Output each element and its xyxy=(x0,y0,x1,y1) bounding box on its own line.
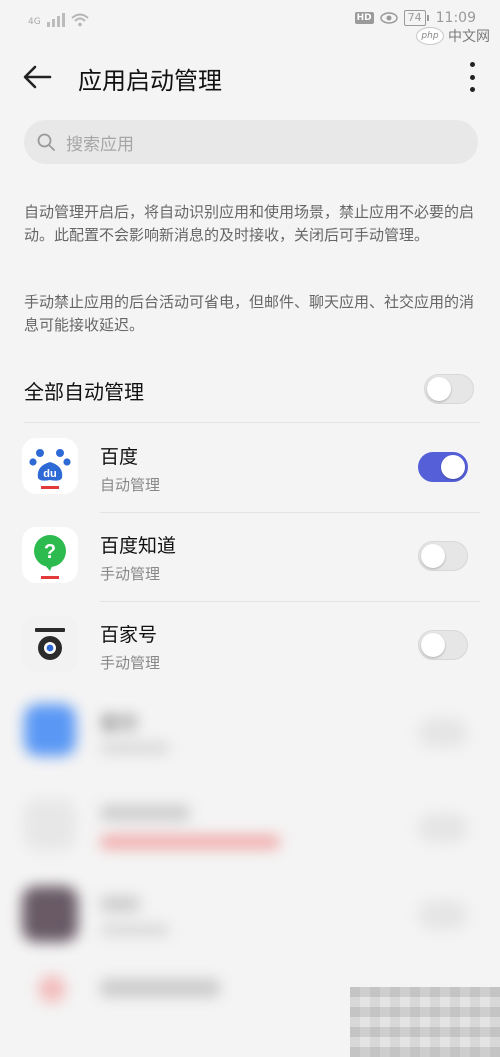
toggle-blur xyxy=(418,900,468,930)
network-type: 4G xyxy=(28,17,41,27)
app-name: 百家号 xyxy=(100,624,158,646)
divider xyxy=(24,422,480,423)
watermark-logo: php xyxy=(416,27,444,45)
toggle-blur xyxy=(418,718,468,748)
description-manual: 手动禁止应用的后台活动可省电，但邮件、聊天应用、社交应用的消息可能接收延迟。 xyxy=(24,293,475,334)
watermark: php 中文网 xyxy=(416,26,490,46)
svg-text:du: du xyxy=(43,468,56,480)
placeholder-line xyxy=(100,742,170,754)
warning-line xyxy=(100,835,280,849)
backup-icon xyxy=(24,704,76,756)
battery-icon: 74 xyxy=(403,10,429,26)
app-icon xyxy=(22,886,78,942)
back-arrow-icon[interactable] xyxy=(20,60,54,94)
blurred-app-row: 备份 xyxy=(0,690,500,778)
app-mode: 手动管理 xyxy=(100,565,161,583)
signal-icon xyxy=(46,13,65,27)
toggle-knob xyxy=(421,544,445,568)
status-left: 4G xyxy=(28,13,89,27)
toggle-blur xyxy=(418,813,468,843)
placeholder-line xyxy=(100,979,220,997)
app-name: 备份 xyxy=(100,712,139,734)
baidu-paw-icon: du xyxy=(22,438,78,494)
toggle-knob xyxy=(421,633,445,657)
app-toggle-baidu-zhidao[interactable] xyxy=(418,541,468,571)
all-auto-manage-row[interactable]: 全部自动管理 xyxy=(24,374,478,406)
status-bar: 4G HD 74 11:09 php 中文网 xyxy=(0,0,500,45)
blurred-app-row xyxy=(0,785,500,873)
app-icon xyxy=(24,799,76,851)
all-auto-manage-toggle[interactable] xyxy=(424,374,474,404)
search-bar[interactable]: 搜索应用 xyxy=(24,120,478,164)
app-mode: 手动管理 xyxy=(100,654,161,672)
app-header: 应用启动管理 xyxy=(0,48,500,104)
app-row-baidu-zhidao[interactable]: ? 百度知道 手动管理 xyxy=(0,513,500,601)
search-icon xyxy=(37,133,55,151)
eye-icon xyxy=(379,12,398,24)
baijiahao-icon xyxy=(22,616,78,672)
baidu-zhidao-icon: ? xyxy=(22,527,78,583)
app-icon xyxy=(38,975,66,1003)
wifi-icon xyxy=(71,13,89,27)
page-title: 应用启动管理 xyxy=(78,67,222,95)
toggle-knob xyxy=(427,377,451,401)
watermark-text: 中文网 xyxy=(448,29,490,45)
svg-text:?: ? xyxy=(44,541,56,563)
app-mode: 自动管理 xyxy=(100,476,161,494)
app-row-baidu[interactable]: du 百度 自动管理 xyxy=(0,424,500,512)
app-row-baijiahao[interactable]: 百家号 手动管理 xyxy=(0,602,500,690)
search-placeholder: 搜索应用 xyxy=(66,134,134,155)
all-auto-manage-label: 全部自动管理 xyxy=(24,380,144,404)
app-toggle-baijiahao[interactable] xyxy=(418,630,468,660)
mosaic-overlay xyxy=(350,987,500,1057)
blurred-app-row xyxy=(0,880,500,968)
placeholder-line xyxy=(100,805,190,821)
app-name: 百度 xyxy=(100,446,139,468)
placeholder-line xyxy=(100,896,140,912)
status-right: HD 74 11:09 xyxy=(354,10,476,26)
app-toggle-baidu[interactable] xyxy=(418,452,468,482)
app-name: 百度知道 xyxy=(100,535,177,557)
clock: 11:09 xyxy=(435,10,476,26)
more-options-icon[interactable] xyxy=(464,62,480,92)
description-auto: 自动管理开启后，将自动识别应用和使用场景，禁止应用不必要的启动。此配置不会影响新… xyxy=(24,203,475,244)
toggle-knob xyxy=(441,455,465,479)
hd-badge: HD xyxy=(354,12,374,24)
placeholder-line xyxy=(100,924,170,936)
